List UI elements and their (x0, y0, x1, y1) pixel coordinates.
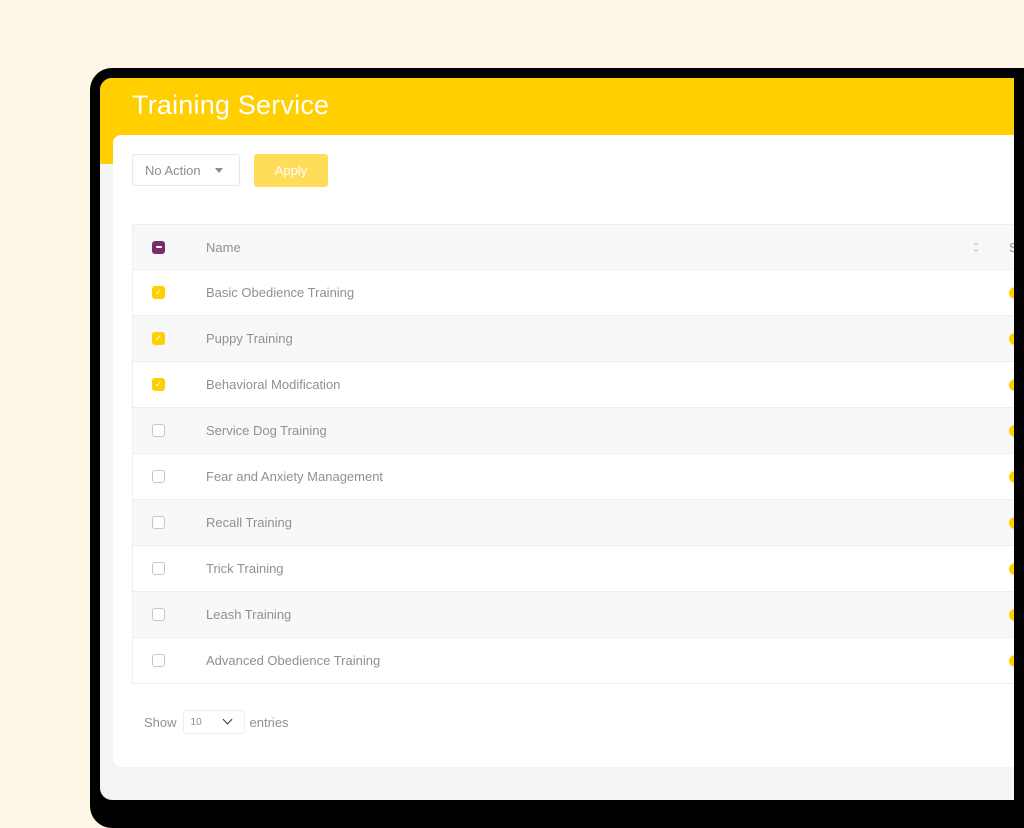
table-row[interactable]: Fear and Anxiety Management (133, 454, 1014, 500)
row-checkbox[interactable] (152, 470, 165, 483)
service-name: Service Dog Training (206, 423, 327, 438)
pagination-footer: Show 10 entries (144, 710, 289, 734)
table-row[interactable]: Service Dog Training (133, 408, 1014, 454)
status-indicator (1009, 516, 1014, 529)
table-row[interactable]: Recall Training (133, 500, 1014, 546)
status-indicator (1009, 470, 1014, 483)
status-indicator (1009, 654, 1014, 667)
row-checkbox[interactable] (152, 562, 165, 575)
row-checkbox[interactable] (152, 608, 165, 621)
app-screen: Training Service No Action Apply Name S … (100, 78, 1014, 800)
service-name: Puppy Training (206, 331, 293, 346)
row-checkbox[interactable] (152, 654, 165, 667)
check-icon: ✓ (154, 333, 163, 343)
check-icon: ✓ (154, 379, 163, 389)
row-checkbox[interactable]: ✓ (152, 286, 165, 299)
entries-label: entries (249, 714, 289, 730)
status-indicator (1009, 286, 1014, 299)
row-checkbox[interactable]: ✓ (152, 378, 165, 391)
services-table: Name S ✓ Basic Obedience Training ✓ Puppy T… (132, 224, 1014, 684)
column-header-name[interactable]: Name (206, 240, 241, 255)
service-name: Basic Obedience Training (206, 285, 355, 300)
check-icon: ✓ (154, 287, 163, 297)
service-name: Recall Training (206, 515, 292, 530)
table-row[interactable]: Advanced Obedience Training (133, 638, 1014, 684)
sort-icon[interactable] (973, 241, 979, 253)
table-header-row: Name S (133, 225, 1014, 270)
caret-down-icon (215, 168, 223, 173)
service-name: Advanced Obedience Training (206, 653, 381, 668)
chevron-down-icon (222, 714, 232, 725)
apply-button[interactable]: Apply (254, 154, 328, 187)
page-title: Training Service (132, 90, 330, 120)
status-indicator (1009, 608, 1014, 621)
select-all-checkbox[interactable] (152, 240, 165, 254)
status-indicator (1009, 562, 1014, 575)
service-name: Behavioral Modification (206, 377, 341, 392)
status-indicator (1009, 332, 1014, 345)
row-checkbox[interactable]: ✓ (152, 332, 165, 345)
status-indicator (1009, 424, 1014, 437)
status-indicator (1009, 378, 1014, 391)
page-size-select[interactable]: 10 (182, 710, 245, 734)
page-size-value: 10 (190, 716, 202, 728)
table-row[interactable]: ✓ Behavioral Modification (133, 362, 1014, 408)
table-row[interactable]: Trick Training (133, 546, 1014, 592)
row-checkbox[interactable] (152, 424, 165, 437)
minus-icon (155, 246, 162, 248)
bulk-action-select[interactable]: No Action (132, 154, 240, 186)
service-name: Leash Training (206, 607, 292, 622)
table-row[interactable]: ✓ Puppy Training (133, 316, 1014, 362)
table-row[interactable]: Leash Training (133, 592, 1014, 638)
column-header-status[interactable]: S (1009, 240, 1014, 255)
table-row[interactable]: ✓ Basic Obedience Training (133, 270, 1014, 316)
row-checkbox[interactable] (152, 516, 165, 529)
bulk-action-value: No Action (145, 162, 201, 178)
show-label: Show (144, 714, 177, 730)
service-name: Trick Training (206, 561, 284, 576)
content-card: No Action Apply Name S ✓ Basic Obedience … (113, 135, 1014, 767)
service-name: Fear and Anxiety Management (206, 469, 384, 484)
